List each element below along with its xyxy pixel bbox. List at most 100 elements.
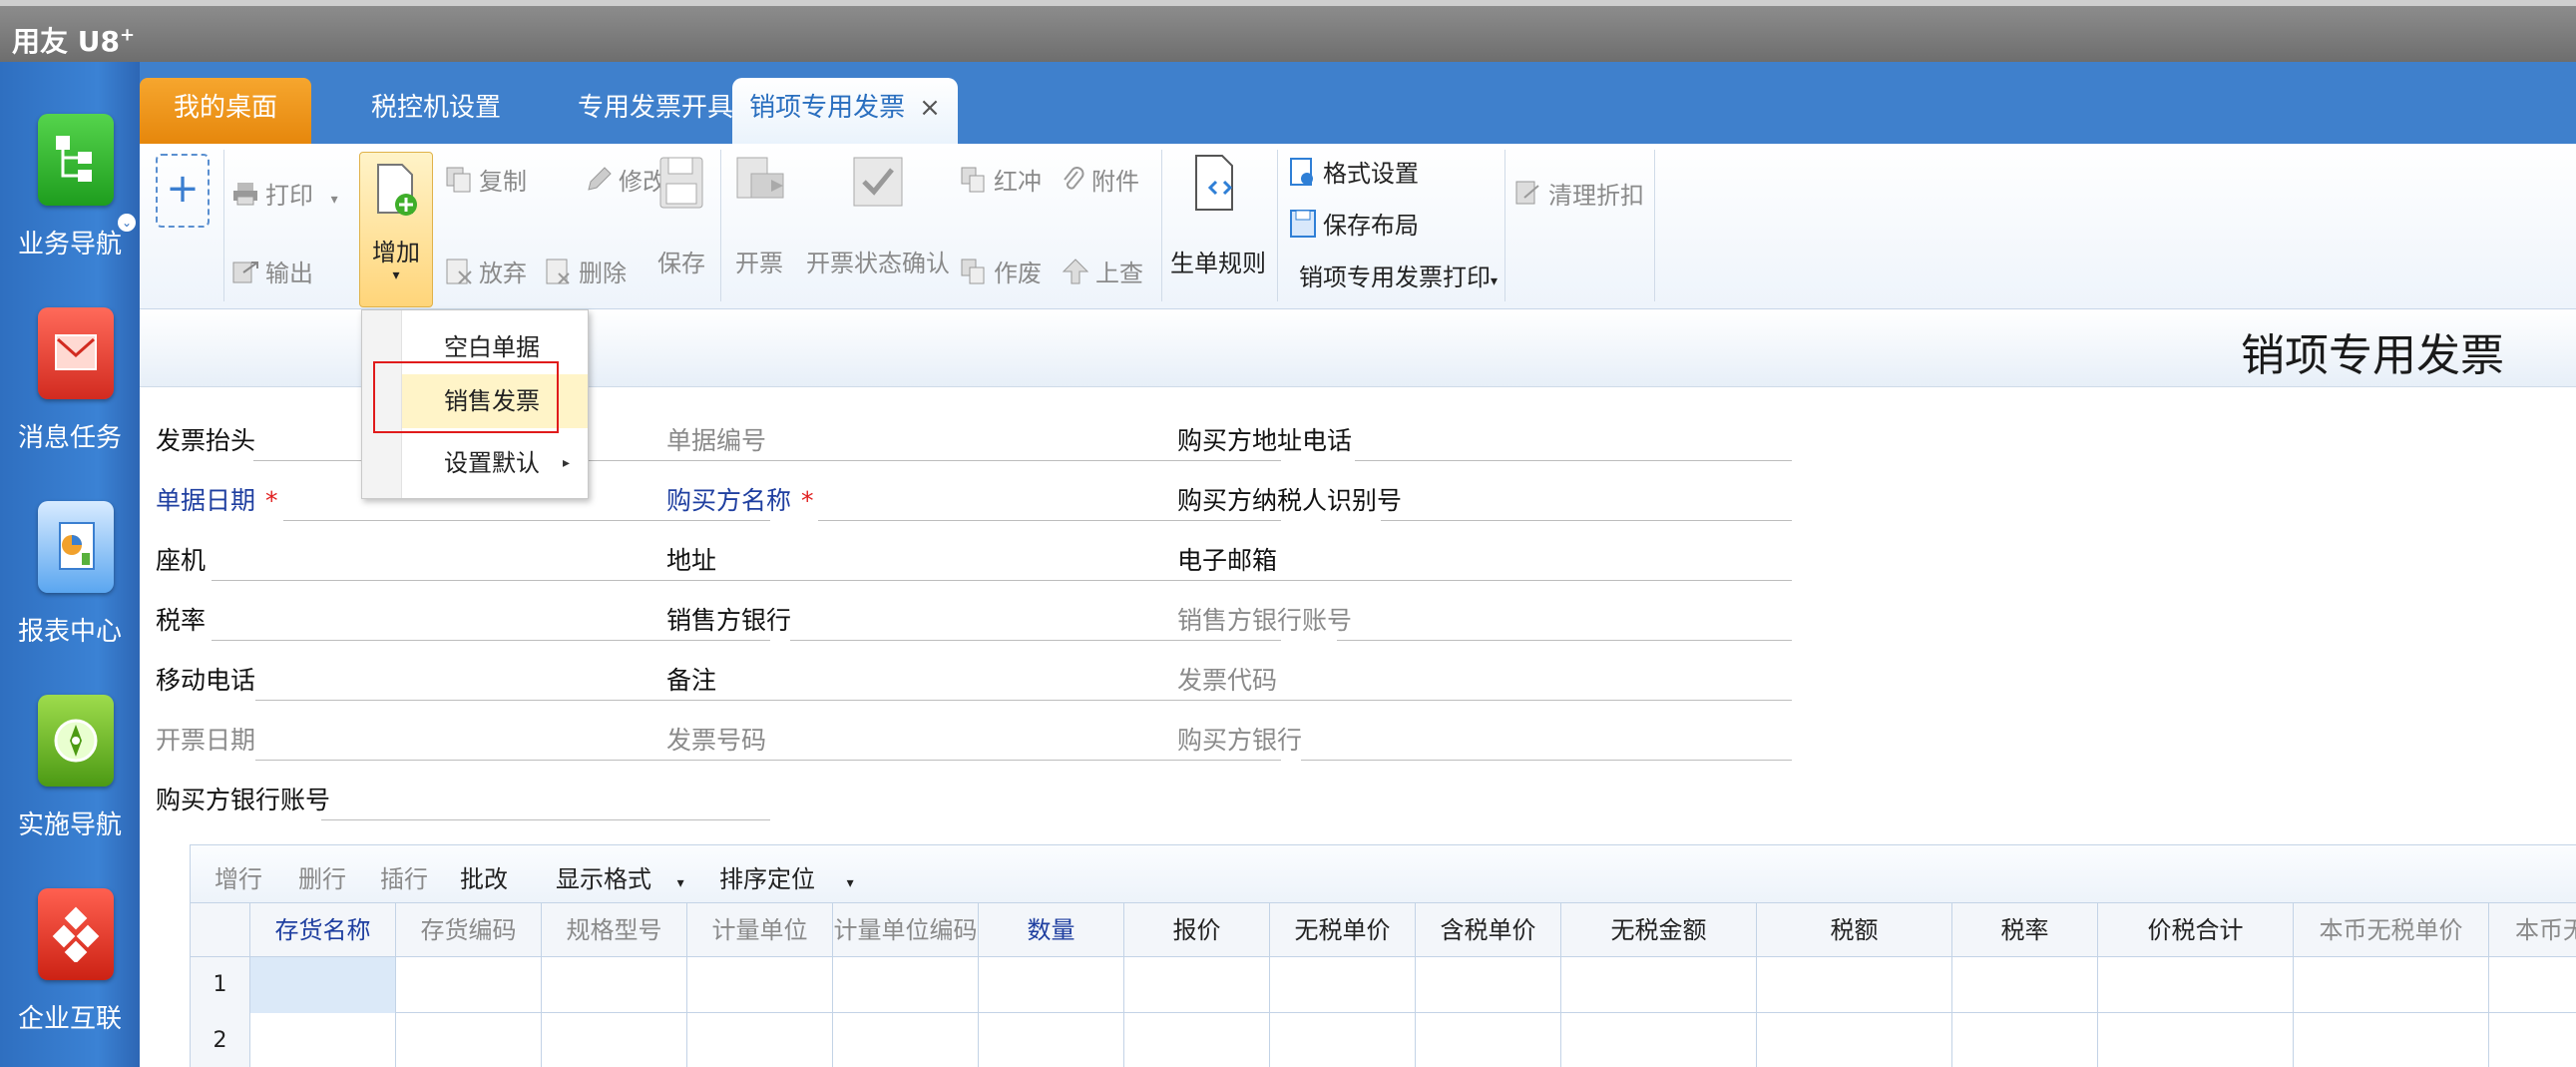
caret-down-icon: ▾	[1491, 273, 1499, 289]
table-row[interactable]: 1	[191, 957, 2576, 1013]
invoice-issue-icon	[736, 157, 784, 199]
col-inventory-name[interactable]: 存货名称	[250, 903, 396, 957]
tab-tax-machine-settings[interactable]: 税控机设置	[333, 78, 539, 144]
buyer-address-phone-input[interactable]	[1355, 460, 1792, 461]
batch-modify-button[interactable]: 批改	[460, 859, 508, 894]
save-layout-button[interactable]: 保存布局	[1289, 206, 1419, 245]
discard-button[interactable]: 放弃	[445, 254, 527, 291]
menu-gutter	[362, 310, 402, 498]
nav-business[interactable]: ⌄ 业务导航	[0, 114, 140, 303]
void-icon	[960, 258, 988, 291]
field-buyer-address-phone[interactable]: 购买方地址电话	[1177, 417, 1792, 461]
generate-rule-button[interactable]: 生单规则	[1167, 154, 1269, 278]
menu-item-sales-invoice[interactable]: 销售发票	[402, 374, 588, 428]
divider	[1277, 150, 1278, 301]
delete-button[interactable]: 删除	[545, 254, 627, 291]
menu-item-set-default[interactable]: 设置默认 ▸	[402, 436, 588, 490]
col-tax-amount[interactable]: 税额	[1757, 903, 1952, 957]
field-buyer-taxpayer-id[interactable]: 购买方纳税人识别号	[1177, 477, 1792, 521]
red-offset-icon	[960, 166, 988, 200]
field-invoice-code[interactable]: 发票代码	[1177, 657, 1792, 701]
divider	[1161, 150, 1162, 301]
lookup-button[interactable]: 上查	[1062, 254, 1143, 291]
menu-item-blank-document[interactable]: 空白单据	[402, 320, 588, 374]
chevron-right-icon: ▸	[562, 455, 570, 471]
field-seller-bank-account[interactable]: 销售方银行账号	[1177, 597, 1792, 641]
field-email[interactable]: 电子邮箱	[1177, 537, 1792, 581]
field-buyer-bank-account[interactable]: 购买方银行账号	[156, 777, 770, 820]
delete-icon	[545, 258, 573, 291]
add-document-icon	[377, 164, 417, 216]
issue-invoice-button[interactable]: 开票	[724, 154, 794, 278]
col-unit[interactable]: 计量单位	[687, 903, 833, 957]
buyer-bank-input[interactable]	[1301, 760, 1792, 761]
invoice-code-input[interactable]	[1277, 700, 1792, 701]
printer-icon	[231, 181, 259, 213]
col-local-unit-price-excl-tax[interactable]: 本币无税单价	[2294, 903, 2489, 957]
nav-enterprise[interactable]: 企业互联	[0, 888, 140, 1067]
add-row-button[interactable]: 增行	[215, 859, 262, 894]
clear-discount-button[interactable]: 清理折扣	[1514, 176, 1644, 214]
col-unit-price-incl-tax[interactable]: 含税单价	[1416, 903, 1561, 957]
seller-bank-account-input[interactable]	[1337, 640, 1792, 641]
col-total-incl-tax[interactable]: 价税合计	[2098, 903, 2294, 957]
field-buyer-bank[interactable]: 购买方银行	[1177, 717, 1792, 761]
save-button[interactable]: 保存	[648, 154, 714, 278]
invoice-lines-grid: 增行 删行 插行 批改 显示格式 ▾ 排序定位 ▾ 存货名称 存货编码 规格型号…	[190, 844, 2576, 1067]
report-center-icon	[38, 501, 114, 593]
buyer-taxpayer-id-input[interactable]	[1381, 520, 1792, 521]
caret-down-icon: ▾	[392, 267, 400, 283]
new-tab-plus-icon[interactable]: +	[156, 154, 210, 228]
toolbar: + 打印 ▾ 输出 增加 ▾ 复制 修改 放弃 删除 保存 开票 开票状态确认 …	[140, 144, 2576, 309]
display-format-button[interactable]: 显示格式 ▾	[556, 859, 684, 894]
divider	[1504, 150, 1505, 301]
business-nav-icon	[38, 114, 114, 206]
caret-down-icon: ▾	[676, 875, 684, 891]
left-nav: ⌄ 业务导航 消息任务 报表中心 实施导航 企业互联	[0, 62, 140, 1067]
attachment-button[interactable]: 附件	[1062, 162, 1139, 200]
col-unit-code[interactable]: 计量单位编码	[833, 903, 979, 957]
buyer-bank-account-input[interactable]	[321, 819, 770, 820]
export-button[interactable]: 输出	[231, 254, 313, 290]
implementation-nav-icon	[38, 695, 114, 787]
nav-message[interactable]: 消息任务	[0, 307, 140, 497]
close-icon[interactable]: ×	[919, 93, 941, 123]
format-settings-icon	[1289, 157, 1317, 193]
tab-output-special-invoice[interactable]: 销项专用发票 ×	[732, 78, 958, 144]
col-tax-rate[interactable]: 税率	[1952, 903, 2098, 957]
add-button[interactable]: 增加 ▾	[359, 152, 433, 307]
email-input[interactable]	[1277, 580, 1792, 581]
col-quantity[interactable]: 数量	[979, 903, 1124, 957]
grid-toolbar: 增行 删行 插行 批改 显示格式 ▾ 排序定位 ▾	[191, 845, 2576, 903]
col-spec-model[interactable]: 规格型号	[542, 903, 687, 957]
pencil-icon	[585, 166, 613, 200]
void-button[interactable]: 作废	[960, 254, 1042, 291]
copy-icon	[445, 166, 473, 200]
sort-locate-button[interactable]: 排序定位 ▾	[719, 859, 854, 894]
divider	[1654, 150, 1655, 301]
app-brand: 用友 U8+	[12, 24, 136, 58]
grid-cell-selected[interactable]	[250, 957, 396, 1013]
floppy-disk-icon	[659, 157, 703, 209]
col-local-truncated[interactable]: 本币无	[2489, 903, 2576, 957]
nav-implementation[interactable]: 实施导航	[0, 695, 140, 884]
nav-report[interactable]: 报表中心	[0, 501, 140, 691]
col-quoted-price[interactable]: 报价	[1124, 903, 1270, 957]
caret-down-icon: ▾	[330, 192, 338, 208]
col-unit-price-excl-tax[interactable]: 无税单价	[1270, 903, 1416, 957]
format-settings-button[interactable]: 格式设置	[1289, 154, 1419, 193]
enterprise-connect-icon	[38, 888, 114, 980]
print-menu-button[interactable]: 销项专用发票打印▾	[1299, 258, 1498, 292]
col-amount-excl-tax[interactable]: 无税金额	[1561, 903, 1757, 957]
col-inventory-code[interactable]: 存货编码	[396, 903, 542, 957]
row-number-header	[191, 903, 250, 957]
table-row[interactable]: 2	[191, 1013, 2576, 1067]
insert-row-button[interactable]: 插行	[380, 859, 428, 894]
delete-row-button[interactable]: 删行	[298, 859, 346, 894]
tab-my-desktop[interactable]: 我的桌面	[140, 78, 311, 144]
copy-button[interactable]: 复制	[445, 162, 527, 200]
issue-status-confirm-button[interactable]: 开票状态确认	[802, 154, 954, 278]
red-offset-button[interactable]: 红冲	[960, 162, 1042, 200]
print-button[interactable]: 打印 ▾	[231, 176, 338, 213]
save-layout-icon	[1289, 209, 1317, 245]
